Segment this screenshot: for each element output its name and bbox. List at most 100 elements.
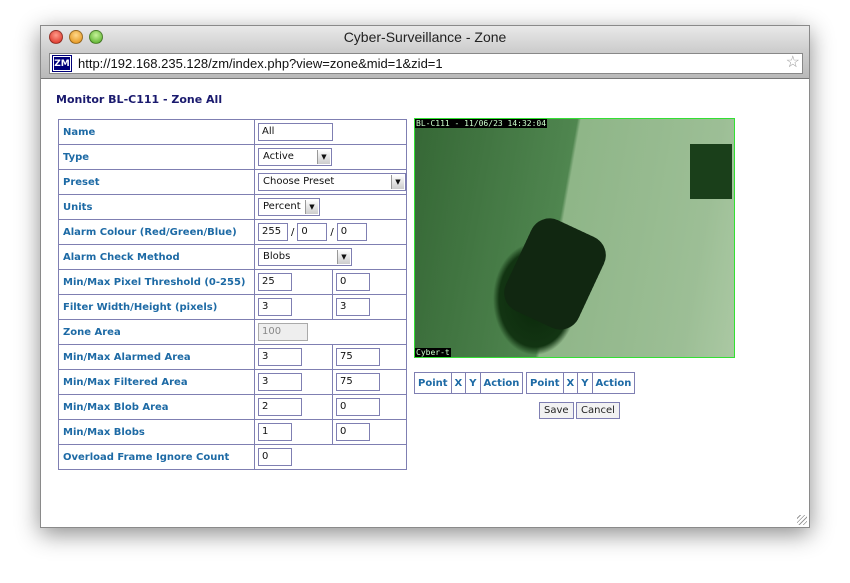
field-cell: 2 <box>254 394 333 420</box>
field-cell: 0 <box>332 269 407 295</box>
save-button[interactable]: Save <box>539 402 574 419</box>
text-input[interactable]: 0 <box>258 448 292 466</box>
field-value: All <box>262 126 275 137</box>
field-cell: Choose Preset ▼ <box>254 169 407 195</box>
min-input[interactable]: 3 <box>258 348 302 366</box>
min-input[interactable]: 25 <box>258 273 292 291</box>
text-input[interactable]: All <box>258 123 333 141</box>
form-row: Alarm Colour (Red/Green/Blue) 255 / 0 / 0 <box>58 219 407 245</box>
field-cell: 255 / 0 / 0 <box>254 219 407 245</box>
field-cell: 0 <box>332 394 407 420</box>
points-column-header: Point <box>414 372 452 394</box>
field-label: Alarm Colour (Red/Green/Blue) <box>58 219 255 245</box>
form-row: Filter Width/Height (pixels) 3 3 <box>58 294 407 320</box>
field-label: Min/Max Pixel Threshold (0-255) <box>58 269 255 295</box>
camera-timestamp: BL-C111 - 11/06/23 14:32:04 <box>415 119 548 128</box>
field-value: 2 <box>262 401 269 412</box>
max-input[interactable]: 0 <box>336 398 380 416</box>
field-value: 3 <box>262 351 269 362</box>
field-label: Min/Max Alarmed Area <box>58 344 255 370</box>
form-row: Min/Max Filtered Area 3 75 <box>58 369 407 395</box>
field-value: 3 <box>262 376 269 387</box>
field-label: Min/Max Blob Area <box>58 394 255 420</box>
form-row: Type Active ▼ <box>58 144 407 170</box>
field-value: 3 <box>262 301 269 312</box>
field-cell: 0 <box>332 419 407 445</box>
field-value: Active <box>263 151 294 162</box>
max-input[interactable]: 75 <box>336 348 380 366</box>
field-label: Zone Area <box>58 319 255 345</box>
field-value: 3 <box>340 301 347 312</box>
zone-area-input: 100 <box>258 323 308 341</box>
separator: / <box>291 226 295 238</box>
url-text: http://192.168.235.128/zm/index.php?view… <box>78 56 443 71</box>
field-cell: 75 <box>332 344 407 370</box>
form-row: Units Percent ▼ <box>58 194 407 220</box>
field-value: 255 <box>262 226 282 237</box>
page-title: Monitor BL-C111 - Zone All <box>56 93 223 106</box>
points-column-header: Action <box>591 372 636 394</box>
field-cell: Active ▼ <box>254 144 407 170</box>
chevron-down-icon: ▼ <box>305 200 318 214</box>
favicon-icon: ZM <box>52 55 72 72</box>
field-cell: 25 <box>254 269 333 295</box>
points-column-header: Point <box>526 372 564 394</box>
blue-input[interactable]: 0 <box>336 223 367 241</box>
dropdown-select[interactable]: Active ▼ <box>258 148 332 166</box>
bookmark-star-icon[interactable]: ☆ <box>786 53 800 72</box>
field-value: 0 <box>301 226 308 237</box>
field-cell: 0 <box>254 444 407 470</box>
field-cell: 3 <box>332 294 407 320</box>
green-input[interactable]: 0 <box>297 223 328 241</box>
field-value: 0 <box>340 426 347 437</box>
minimize-button[interactable] <box>69 30 83 44</box>
field-value: 0 <box>262 451 269 462</box>
field-value: 100 <box>262 326 282 337</box>
resize-grip[interactable] <box>797 515 807 525</box>
min-input[interactable]: 3 <box>258 298 292 316</box>
camera-image[interactable]: BL-C111 - 11/06/23 14:32:04 Cyber-t <box>414 118 735 358</box>
form-row: Min/Max Alarmed Area 3 75 <box>58 344 407 370</box>
field-label: Units <box>58 194 255 220</box>
field-value: Choose Preset <box>263 176 335 187</box>
field-cell: All <box>254 119 407 145</box>
field-label: Name <box>58 119 255 145</box>
field-value: 0 <box>340 276 347 287</box>
form-row: Preset Choose Preset ▼ <box>58 169 407 195</box>
field-value: Blobs <box>263 251 291 262</box>
zoom-button[interactable] <box>89 30 103 44</box>
min-input[interactable]: 3 <box>258 373 302 391</box>
window-title: Cyber-Surveillance - Zone <box>343 29 507 45</box>
max-input[interactable]: 0 <box>336 273 370 291</box>
field-label: Alarm Check Method <box>58 244 255 270</box>
camera-caption: Cyber-t <box>415 348 451 357</box>
dropdown-select[interactable]: Blobs ▼ <box>258 248 352 266</box>
title-bar: Cyber-Surveillance - Zone <box>41 26 809 49</box>
chevron-down-icon: ▼ <box>391 175 404 189</box>
dropdown-select[interactable]: Choose Preset ▼ <box>258 173 406 191</box>
field-cell: 3 <box>254 294 333 320</box>
form-row: Min/Max Blob Area 2 0 <box>58 394 407 420</box>
max-input[interactable]: 0 <box>336 423 370 441</box>
dropdown-select[interactable]: Percent ▼ <box>258 198 320 216</box>
cancel-button[interactable]: Cancel <box>576 402 620 419</box>
red-input[interactable]: 255 <box>258 223 288 241</box>
max-input[interactable]: 75 <box>336 373 380 391</box>
max-input[interactable]: 3 <box>336 298 370 316</box>
field-cell: 100 <box>254 319 407 345</box>
chevron-down-icon: ▼ <box>337 250 350 264</box>
address-bar[interactable]: ZM http://192.168.235.128/zm/index.php?v… <box>49 53 803 74</box>
min-input[interactable]: 1 <box>258 423 292 441</box>
close-button[interactable] <box>49 30 63 44</box>
image-texture <box>415 119 734 357</box>
field-cell: Percent ▼ <box>254 194 407 220</box>
points-column-header: Action <box>479 372 524 394</box>
field-label: Type <box>58 144 255 170</box>
points-column-header: Y <box>577 372 593 394</box>
field-cell: 75 <box>332 369 407 395</box>
form-row: Min/Max Blobs 1 0 <box>58 419 407 445</box>
form-row: Zone Area 100 <box>58 319 407 345</box>
separator: / <box>330 226 334 238</box>
min-input[interactable]: 2 <box>258 398 302 416</box>
field-cell: 3 <box>254 369 333 395</box>
